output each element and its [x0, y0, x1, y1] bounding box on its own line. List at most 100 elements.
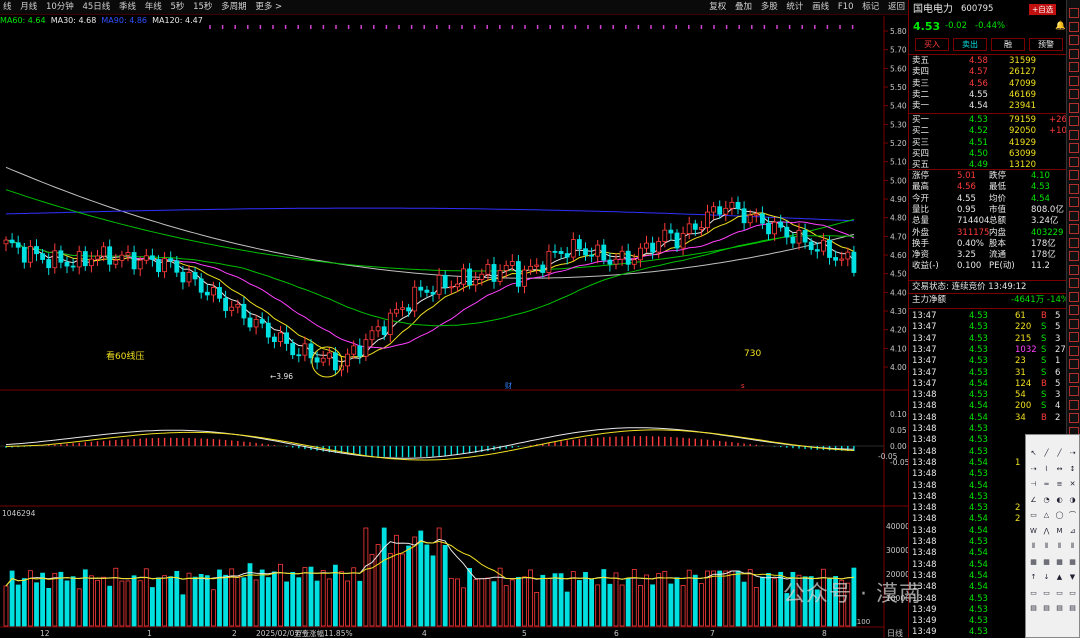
draw-tool-icon[interactable]: ▭	[1029, 511, 1038, 520]
draw-tool-icon[interactable]: ▦	[1042, 558, 1051, 567]
draw-tool-icon[interactable]: ╱	[1055, 449, 1064, 458]
draw-tool-icon[interactable]: ↕	[1068, 465, 1077, 474]
ask-row[interactable]: 卖五 4.58 31599	[909, 56, 1067, 67]
bid-row[interactable]: 买一 4.53 79159 +260	[909, 115, 1072, 126]
toolbar-right-item[interactable]: 统计	[783, 0, 806, 13]
stat-row[interactable]: 收益(-) 0.100 PE(动) 11.2	[909, 261, 1067, 272]
sidebar-tool-icon[interactable]	[1069, 197, 1079, 207]
toolbar-right-item[interactable]: 多股	[758, 0, 781, 13]
toolbar-item[interactable]: 45日线	[79, 0, 113, 13]
bell-icon[interactable]: 🔔	[1055, 21, 1066, 32]
sidebar-tool-icon[interactable]	[1069, 21, 1079, 32]
sidebar-tool-icon[interactable]	[1069, 170, 1079, 180]
toolbar-right-item[interactable]: 叠加	[732, 0, 755, 13]
draw-tool-icon[interactable]: ▭	[1029, 589, 1038, 598]
draw-tool-icon[interactable]: △	[1042, 511, 1051, 520]
sidebar-tool-icon[interactable]	[1069, 156, 1079, 167]
draw-tool-icon[interactable]: ↔	[1055, 465, 1064, 474]
draw-tool-icon[interactable]: ◐	[1055, 496, 1064, 505]
stat-row[interactable]: 净资 3.25 流通 178亿	[909, 250, 1067, 261]
stat-row[interactable]: 量比 0.95 市值 808.0亿	[909, 205, 1067, 216]
ask-row[interactable]: 卖二 4.55 46169	[909, 90, 1067, 101]
toolbar-item[interactable]: 月线	[17, 0, 40, 13]
sell-button[interactable]: 卖出	[953, 38, 987, 51]
toolbar-item[interactable]: 线	[0, 0, 15, 13]
draw-tool-icon[interactable]: ⫴	[1055, 542, 1064, 551]
tick-row[interactable]: 13:47 4.53 1032 S 27	[909, 345, 1067, 356]
alert-button[interactable]: 预警	[1029, 38, 1063, 51]
draw-tool-icon[interactable]: ▦	[1029, 558, 1038, 567]
sidebar-tool-icon[interactable]	[1069, 102, 1079, 113]
toolbar-right-item[interactable]: 复权	[706, 0, 729, 13]
sidebar-tool-icon[interactable]	[1069, 224, 1079, 234]
sidebar-tool-icon[interactable]	[1069, 413, 1079, 423]
ask-row[interactable]: 卖一 4.54 23941	[909, 101, 1067, 112]
sidebar-tool-icon[interactable]	[1069, 210, 1079, 221]
sidebar-tool-icon[interactable]	[1069, 143, 1079, 153]
toolbar-item[interactable]: 季线	[116, 0, 139, 13]
drawing-toolbox[interactable]: ↖ ╱ ╱ ⇢ ⇢ ⌇ ↔ ↕ ⊣ ═ ≡ ✕ ∠ ◔ ◐ ◑ ▭ △ ◯ ⌒ W ⋀ M ⊿ ⫴ ⫴ ⫴ ⫴ ▦ ▦ ▦ ▦ ↑ ↓ ▲ ▼ ▭ ▭ ▭ ▭…	[1025, 434, 1080, 638]
tick-row[interactable]: 13:48 4.54 200 S 4	[909, 401, 1067, 412]
draw-tool-icon[interactable]: ✕	[1068, 480, 1077, 489]
margin-button[interactable]: 融	[991, 38, 1025, 51]
sidebar-tool-icon[interactable]	[1069, 251, 1079, 261]
draw-tool-icon[interactable]: ▤	[1068, 604, 1077, 613]
draw-tool-icon[interactable]: ▦	[1068, 558, 1077, 567]
sidebar-tool-icon[interactable]	[1069, 359, 1079, 369]
tick-row[interactable]: 13:48 4.54 34 B 2	[909, 413, 1067, 424]
draw-tool-icon[interactable]: ⋀	[1042, 527, 1051, 536]
stat-row[interactable]: 总量 714404 总额 3.24亿	[909, 216, 1067, 227]
tick-row[interactable]: 13:48 4.53 54 S 3	[909, 390, 1067, 401]
draw-tool-icon[interactable]: ↑	[1029, 573, 1038, 582]
tick-row[interactable]: 13:47 4.53 31 S 6	[909, 368, 1067, 379]
sidebar-tool-icon[interactable]	[1069, 372, 1079, 383]
sidebar-tool-icon[interactable]	[1069, 305, 1079, 315]
draw-tool-icon[interactable]: ⌒	[1068, 511, 1077, 520]
draw-tool-icon[interactable]: ↖	[1029, 449, 1038, 458]
draw-tool-icon[interactable]: ⇢	[1068, 449, 1077, 458]
draw-tool-icon[interactable]: ∠	[1029, 496, 1038, 505]
toolbar-item[interactable]: 15秒	[190, 0, 215, 13]
toolbar-right-item[interactable]: F10	[835, 0, 857, 13]
toolbar-item[interactable]: 年线	[142, 0, 165, 13]
sidebar-tool-icon[interactable]	[1069, 183, 1079, 194]
tick-row[interactable]: 13:47 4.54 124 B 5	[909, 379, 1067, 390]
add-watchlist-button[interactable]: +自选	[1029, 4, 1057, 15]
sidebar-tool-icon[interactable]	[1069, 332, 1079, 342]
draw-tool-icon[interactable]: ▭	[1042, 589, 1051, 598]
stat-row[interactable]: 换手 0.40% 股本 178亿	[909, 239, 1067, 250]
sidebar-tool-icon[interactable]	[1069, 291, 1079, 302]
sidebar-tool-icon[interactable]	[1069, 62, 1079, 72]
stat-row[interactable]: 今开 4.55 均价 4.54	[909, 194, 1067, 205]
sidebar-tool-icon[interactable]	[1069, 278, 1079, 288]
toolbar-item[interactable]: 5秒	[167, 0, 187, 13]
buy-button[interactable]: 买入	[915, 38, 949, 51]
kline-chart[interactable]: 5.80 5.70 5.60 5.50 5.40 5.30 5.20 5.10 5.00 4.90…	[0, 16, 908, 638]
draw-tool-icon[interactable]: ▲	[1055, 573, 1064, 582]
ask-row[interactable]: 卖四 4.57 26127	[909, 67, 1067, 78]
draw-tool-icon[interactable]: ⫴	[1029, 542, 1038, 551]
toolbar-right-item[interactable]: 标记	[859, 0, 882, 13]
sidebar-tool-icon[interactable]	[1069, 237, 1079, 248]
sidebar-tool-icon[interactable]	[1069, 318, 1079, 329]
toolbar-item[interactable]: 多周期	[218, 0, 250, 13]
bid-row[interactable]: 买三 4.51 41929	[909, 138, 1067, 149]
draw-tool-icon[interactable]: ▦	[1055, 558, 1064, 567]
draw-tool-icon[interactable]: ↓	[1042, 573, 1051, 582]
sidebar-tool-icon[interactable]	[1069, 345, 1079, 356]
draw-tool-icon[interactable]: ⇢	[1029, 465, 1038, 474]
sidebar-tool-icon[interactable]	[1069, 35, 1079, 45]
bid-row[interactable]: 买二 4.52 92050 +10	[909, 126, 1067, 137]
draw-tool-icon[interactable]: W	[1029, 527, 1038, 536]
draw-tool-icon[interactable]: ⫴	[1068, 542, 1077, 551]
stat-row[interactable]: 最高 4.56 最低 4.53	[909, 182, 1067, 193]
tick-row[interactable]: 13:47 4.53 220 S 5	[909, 322, 1067, 333]
draw-tool-icon[interactable]: M	[1055, 527, 1064, 536]
sidebar-tool-icon[interactable]	[1069, 399, 1079, 410]
draw-tool-icon[interactable]: ◯	[1055, 511, 1064, 520]
draw-tool-icon[interactable]: ▤	[1042, 604, 1051, 613]
sidebar-tool-icon[interactable]	[1069, 129, 1079, 140]
draw-tool-icon[interactable]: ▼	[1068, 573, 1077, 582]
draw-tool-icon[interactable]: ⫴	[1042, 542, 1051, 551]
stat-row[interactable]: 涨停 5.01 跌停 4.10	[909, 171, 1067, 182]
